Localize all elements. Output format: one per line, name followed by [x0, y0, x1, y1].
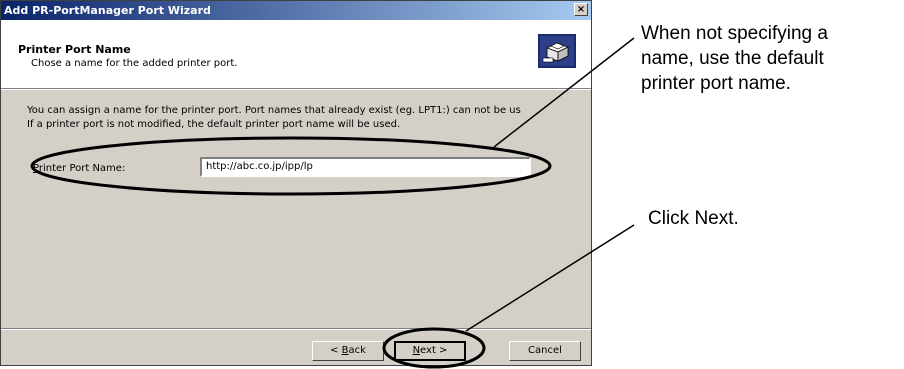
wizard-dialog: Add PR-PortManager Port Wizard × Printer… [0, 0, 592, 366]
instruction-line-2: If a printer port is not modified, the d… [27, 119, 401, 130]
back-text: ack [348, 345, 366, 356]
wizard-header: Printer Port Name Chose a name for the a… [1, 20, 591, 88]
label-text: rinter Port Name: [38, 163, 126, 174]
next-button[interactable]: Next > [394, 341, 466, 361]
page-title: Printer Port Name [18, 43, 131, 56]
title-bar: Add PR-PortManager Port Wizard × [1, 1, 591, 20]
cancel-button[interactable]: Cancel [509, 341, 581, 361]
instructions: You can assign a name for the printer po… [27, 104, 587, 132]
annotation-line-2: name, use the default [641, 48, 824, 69]
annotation-line-1: When not specifying a [641, 23, 828, 44]
window-title: Add PR-PortManager Port Wizard [4, 4, 211, 17]
next-accelerator: N [412, 345, 421, 356]
annotation-click-next: Click Next. [648, 208, 739, 229]
printer-port-name-label: Printer Port Name: [33, 163, 125, 174]
close-button[interactable]: × [574, 3, 588, 16]
header-divider [1, 88, 591, 90]
instruction-line-1: You can assign a name for the printer po… [27, 105, 521, 116]
click-next-annotation: Click Next. [648, 206, 739, 231]
back-accelerator: B [341, 345, 349, 356]
next-text: ext > [420, 345, 448, 356]
footer-divider [1, 328, 591, 330]
back-prefix: < [330, 345, 342, 356]
printer-port-name-input[interactable]: http://abc.co.jp/ipp/lp [200, 157, 531, 177]
page-subtitle: Chose a name for the added printer port. [31, 58, 238, 69]
printer-wizard-icon [538, 34, 576, 68]
default-name-annotation: When not specifying a name, use the defa… [641, 21, 828, 96]
annotation-line-3: printer port name. [641, 73, 791, 94]
back-button[interactable]: < Back [312, 341, 384, 361]
